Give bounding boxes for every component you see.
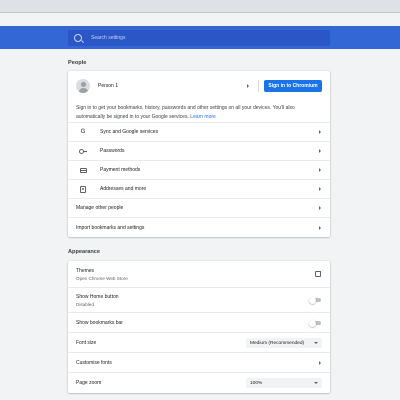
open-in-new-icon[interactable] [315, 271, 321, 277]
key-icon [79, 147, 87, 155]
credit-card-icon [79, 166, 87, 174]
chevron-right-icon [319, 225, 321, 230]
chevron-right-icon [319, 149, 321, 153]
themes-label: Themes [76, 267, 95, 274]
customise-fonts-row[interactable]: Customise fonts [68, 352, 330, 372]
appearance-card: Themes Open Chrome Web Store Show Home b… [68, 261, 330, 393]
sign-in-button[interactable]: Sign in to Chromium [264, 80, 322, 92]
addresses-row[interactable]: Addresses and more [68, 179, 330, 198]
payment-methods-label: Payment methods [100, 167, 141, 173]
font-size-select[interactable]: Medium (Recommended) [246, 338, 322, 348]
themes-row[interactable]: Themes Open Chrome Web Store [68, 261, 330, 287]
description-line-1: Sign in to get your bookmarks, history, … [76, 105, 295, 111]
profile-row[interactable]: Person 1 Sign in to Chromium [68, 71, 330, 101]
search-input[interactable] [91, 35, 311, 41]
google-icon: G [80, 129, 86, 135]
search-icon [74, 34, 82, 42]
page-zoom-select[interactable]: 100% [246, 378, 322, 388]
search-box[interactable] [68, 30, 330, 46]
location-pin-icon [79, 185, 87, 193]
sync-google-services-row[interactable]: G Sync and Google services [68, 122, 330, 141]
page-zoom-value: 100% [250, 380, 263, 386]
customise-fonts-label: Customise fonts [76, 359, 112, 366]
import-bookmarks-row[interactable]: Import bookmarks and settings [68, 217, 330, 237]
import-bookmarks-label: Import bookmarks and settings [76, 224, 145, 231]
learn-more-link[interactable]: Learn more [190, 114, 216, 120]
manage-other-people-row[interactable]: Manage other people [68, 198, 330, 217]
chevron-right-icon [319, 206, 321, 210]
bookmarks-bar-toggle[interactable] [309, 319, 321, 327]
home-button-toggle[interactable] [309, 296, 321, 304]
home-button-sublabel: Disabled [76, 301, 94, 307]
payment-methods-row[interactable]: Payment methods [68, 160, 330, 179]
page-zoom-label: Page zoom [76, 380, 102, 386]
themes-sublabel: Open Chrome Web Store [76, 275, 128, 281]
avatar [76, 79, 90, 93]
appearance-section-title: Appearance [68, 249, 101, 255]
font-size-row: Font size Medium (Recommended) [68, 332, 330, 352]
sync-google-services-label: Sync and Google services [100, 129, 159, 135]
page-zoom-row: Page zoom 100% [68, 372, 330, 393]
profile-name: Person 1 [98, 83, 119, 89]
description-line-2: automatically be signed in to your Googl… [76, 113, 189, 120]
passwords-label: Passwords [100, 148, 125, 154]
divider [258, 80, 259, 92]
people-card: Person 1 Sign in to Chromium Sign in to … [68, 71, 330, 237]
passwords-row[interactable]: Passwords [68, 141, 330, 160]
bookmarks-bar-label: Show bookmarks bar [76, 319, 123, 326]
bookmarks-bar-row[interactable]: Show bookmarks bar [68, 312, 330, 332]
home-button-row[interactable]: Show Home button Disabled [68, 287, 330, 312]
chevron-right-icon [319, 130, 321, 134]
browser-top-strip [0, 0, 400, 13]
chevron-down-icon [314, 382, 318, 384]
chevron-right-icon [319, 360, 321, 365]
addresses-label: Addresses and more [100, 186, 147, 192]
chevron-right-icon [319, 168, 321, 172]
font-size-label: Font size [76, 339, 97, 346]
chevron-right-icon [319, 187, 321, 191]
chevron-down-icon [314, 342, 318, 344]
manage-other-people-label: Manage other people [76, 205, 124, 211]
profile-arrow-icon[interactable] [247, 84, 249, 88]
home-button-label: Show Home button [76, 293, 119, 300]
sign-in-description: Sign in to get your bookmarks, history, … [76, 104, 322, 121]
people-section-title: People [68, 60, 87, 66]
font-size-value: Medium (Recommended) [250, 340, 305, 346]
